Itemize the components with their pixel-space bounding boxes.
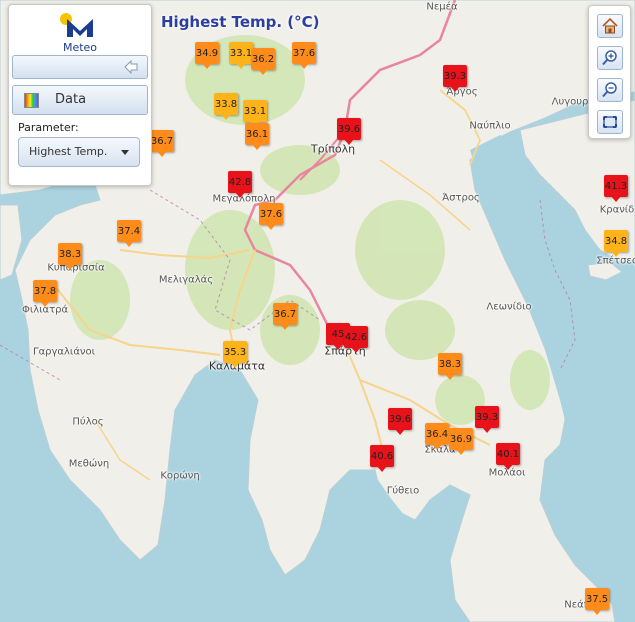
- station-temperature-marker[interactable]: 34.9: [195, 42, 219, 69]
- full-extent-button[interactable]: [597, 110, 623, 134]
- place-label: Γαργαλιάνοι: [32, 346, 96, 358]
- station-temperature-marker[interactable]: 40.6: [370, 445, 394, 472]
- place-label: Νεμέα: [426, 1, 458, 13]
- station-temperature-marker[interactable]: 40.1: [496, 443, 520, 470]
- station-temperature-marker[interactable]: 36.4: [425, 423, 449, 450]
- station-temperature-marker[interactable]: 38.3: [58, 243, 82, 270]
- map-toolbar: [588, 5, 631, 139]
- zoom-in-icon: [602, 50, 617, 66]
- home-icon: [602, 17, 618, 34]
- place-label: Ναύπλιο: [469, 120, 511, 132]
- chevron-down-icon: [121, 150, 129, 155]
- zoom-in-button[interactable]: [597, 46, 623, 70]
- station-temperature-marker[interactable]: 41.3: [604, 175, 628, 202]
- station-temperature-marker[interactable]: 33.8: [214, 93, 238, 120]
- place-label: Λυγουρ: [551, 96, 589, 108]
- place-label: Μελιγαλάς: [158, 274, 214, 286]
- arrow-left-icon: [124, 60, 138, 74]
- place-label: Κρανίδ: [599, 204, 635, 216]
- station-temperature-marker[interactable]: 37.8: [33, 280, 57, 307]
- zoom-out-button[interactable]: [597, 78, 623, 102]
- place-label: Λεωνίδιο: [486, 301, 532, 313]
- station-temperature-marker[interactable]: 39.6: [388, 408, 412, 435]
- place-label: Γύθειο: [386, 485, 420, 497]
- station-temperature-marker[interactable]: 38.3: [438, 353, 462, 380]
- parameter-label: Parameter:: [18, 121, 79, 134]
- station-temperature-marker[interactable]: 39.3: [475, 406, 499, 433]
- color-scale-icon: [24, 93, 39, 108]
- station-temperature-marker[interactable]: 36.1: [245, 123, 269, 150]
- station-temperature-marker[interactable]: 34.8: [604, 230, 628, 257]
- place-label: Σπέτσες: [596, 255, 635, 267]
- station-temperature-marker[interactable]: 36.2: [251, 48, 275, 75]
- station-temperature-marker[interactable]: 39.6: [337, 118, 361, 145]
- station-temperature-marker[interactable]: 33.1: [229, 42, 253, 69]
- zoom-out-icon: [602, 82, 617, 98]
- place-label: Κορώνη: [160, 470, 200, 482]
- station-temperature-marker[interactable]: 42.8: [228, 171, 252, 198]
- map-title: Highest Temp. (°C): [161, 13, 320, 31]
- station-temperature-marker[interactable]: 37.6: [292, 42, 316, 69]
- home-button[interactable]: [597, 14, 623, 38]
- station-temperature-marker[interactable]: 37.4: [117, 220, 141, 247]
- station-temperature-marker[interactable]: 37.5: [585, 588, 609, 615]
- place-label: Μεθώνη: [68, 458, 110, 470]
- full-extent-icon: [603, 116, 617, 128]
- data-button[interactable]: Data: [12, 85, 148, 115]
- logo-text: Meteo: [62, 41, 98, 54]
- station-temperature-marker[interactable]: 33.1: [243, 100, 267, 127]
- meteo-logo: Meteo: [56, 11, 104, 54]
- station-temperature-marker[interactable]: 36.7: [150, 130, 174, 157]
- place-label: Άστρος: [442, 192, 480, 204]
- data-button-label: Data: [55, 92, 87, 107]
- station-temperature-marker[interactable]: 37.6: [259, 203, 283, 230]
- control-panel: Meteo Data Parameter: Highest Temp.: [8, 4, 152, 186]
- station-temperature-marker[interactable]: 36.9: [449, 428, 473, 455]
- parameter-select-value: Highest Temp.: [29, 145, 108, 158]
- station-temperature-marker[interactable]: 42.6: [344, 326, 368, 353]
- station-temperature-marker[interactable]: 35.3: [223, 341, 247, 368]
- station-temperature-marker[interactable]: 39.3: [443, 65, 467, 92]
- meteo-logo-icon: [60, 13, 93, 37]
- parameter-select[interactable]: Highest Temp.: [18, 137, 140, 167]
- station-temperature-marker[interactable]: 36.7: [273, 303, 297, 330]
- collapse-panel-button[interactable]: [12, 55, 148, 79]
- place-label: Πύλος: [72, 416, 104, 428]
